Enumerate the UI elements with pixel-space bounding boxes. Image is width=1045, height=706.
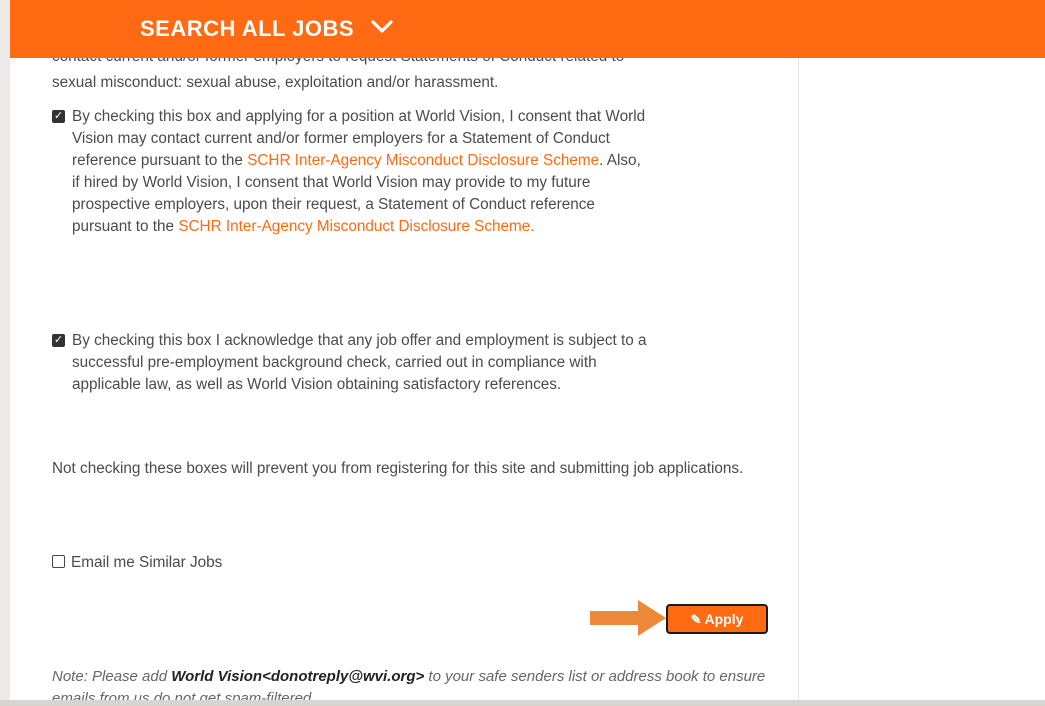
edit-icon: ✎ [690, 612, 702, 627]
consent-background-check: ✓ By checking this box I acknowledge tha… [52, 330, 652, 396]
consent-background-text: By checking this box I acknowledge that … [72, 332, 647, 393]
email-similar-jobs-label: Email me Similar Jobs [71, 554, 223, 571]
consent-misconduct: ✓ By checking this box and applying for … [52, 106, 652, 238]
sender-address: World Vision<donotreply@wvi.org> [171, 668, 425, 685]
consent-misconduct-checkbox[interactable]: ✓ [52, 110, 65, 123]
email-similar-jobs-checkbox[interactable] [52, 555, 65, 568]
arrow-icon [590, 600, 666, 636]
safe-senders-note: Note: Please add World Vision<donotreply… [52, 668, 766, 700]
schr-link-2[interactable]: SCHR Inter-Agency Misconduct Disclosure … [178, 218, 530, 235]
apply-button[interactable]: ✎ Apply [666, 604, 768, 634]
main-panel: contact current and/or former employers … [10, 0, 1045, 700]
search-all-jobs-title: SEARCH ALL JOBS [140, 16, 355, 41]
warning-text: Not checking these boxes will prevent yo… [52, 460, 744, 477]
bottom-border [0, 700, 1045, 706]
column-divider [798, 0, 799, 700]
chevron-down-icon[interactable] [371, 20, 393, 34]
consent-misconduct-text: By checking this box and applying for a … [72, 108, 646, 235]
misconduct-text: sexual misconduct: sexual abuse, exploit… [52, 74, 499, 91]
email-similar-jobs[interactable]: Email me Similar Jobs [52, 552, 222, 574]
consent-background-checkbox[interactable]: ✓ [52, 334, 65, 347]
schr-link-1[interactable]: SCHR Inter-Agency Misconduct Disclosure … [247, 152, 599, 169]
search-all-jobs-bar[interactable]: SEARCH ALL JOBS [10, 0, 1045, 58]
